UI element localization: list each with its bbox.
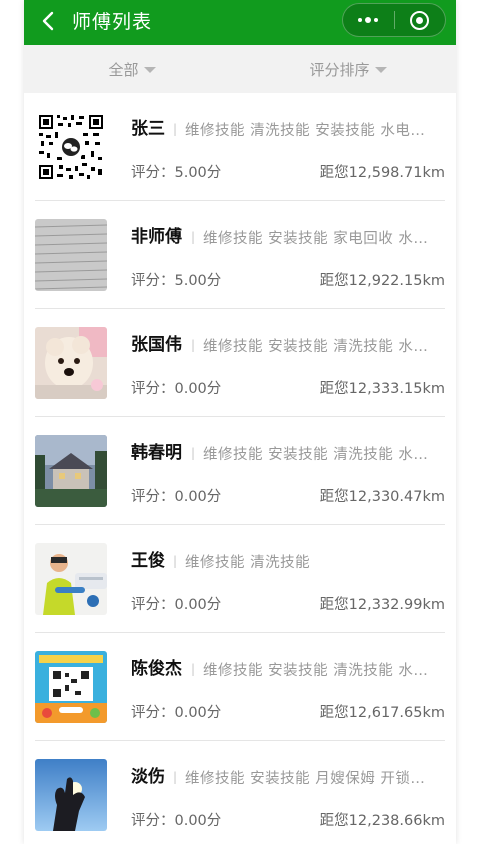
divider: | [191, 446, 196, 460]
filter-all-label: 全部 [108, 60, 139, 79]
avatar [35, 219, 107, 291]
master-score: 评分：5.00分 [131, 273, 222, 289]
master-name: 淡伤 [131, 767, 165, 787]
filter-bar: 全部 评分排序 [24, 45, 456, 93]
hand-sky-photo-avatar [35, 759, 107, 831]
master-row[interactable]: 陈俊杰 | 维修技能 安装技能 清洗技能 水… 评分：0.00分 距您12,61… [35, 633, 445, 741]
caret-down-icon [143, 67, 156, 73]
master-distance: 距您12,332.99km [319, 597, 445, 613]
master-score: 评分：5.00分 [131, 165, 222, 181]
technician-photo-avatar [35, 543, 107, 615]
skills-wrap: | 维修技能 安装技能 清洗技能 水… [181, 439, 445, 467]
master-skills: 维修技能 安装技能 家电回收 水… [203, 230, 429, 247]
master-distance: 距您12,617.65km [319, 705, 445, 721]
divider: | [191, 338, 196, 352]
master-name: 陈俊杰 [131, 659, 182, 679]
master-skills: 维修技能 安装技能 清洗技能 水… [203, 338, 429, 355]
master-row[interactable]: 王俊 | 维修技能 清洗技能 评分：0.00分 距您12,332.99km [35, 525, 445, 633]
master-name: 张三 [131, 119, 165, 139]
avatar [35, 111, 107, 183]
master-list: 张三 | 维修技能 清洗技能 安装技能 水电… 评分：5.00分 距您12,59… [24, 93, 456, 844]
master-distance: 距您12,333.15km [319, 381, 445, 397]
master-score: 评分：0.00分 [131, 813, 222, 829]
caret-down-icon [374, 67, 387, 73]
back-button[interactable] [36, 9, 60, 33]
gray-texture-avatar [35, 219, 107, 291]
master-skills: 维修技能 安装技能 清洗技能 水… [203, 446, 429, 463]
skills-wrap: | 维修技能 安装技能 家电回收 水… [181, 223, 445, 251]
master-skills: 维修技能 安装技能 月嫂保姆 开锁… [185, 770, 426, 787]
master-skills: 维修技能 清洗技能 安装技能 水电… [185, 122, 426, 139]
master-row[interactable]: 非师傅 | 维修技能 安装技能 家电回收 水… 评分：5.00分 距您12,92… [35, 201, 445, 309]
master-distance: 距您12,598.71km [319, 165, 445, 181]
filter-all-dropdown[interactable]: 全部 [24, 45, 240, 93]
divider: | [173, 554, 178, 568]
app-promo-avatar [35, 651, 107, 723]
avatar [35, 759, 107, 831]
master-distance: 距您12,922.15km [319, 273, 445, 289]
master-score: 评分：0.00分 [131, 489, 222, 505]
master-name: 韩春明 [131, 443, 182, 463]
miniprogram-capsule [342, 3, 446, 37]
master-row[interactable]: 张三 | 维修技能 清洗技能 安装技能 水电… 评分：5.00分 距您12,59… [35, 93, 445, 201]
phone-screen: 师傅列表 全部 评分排序 张三 | 维修技能 清洗技能 安装技能 水电… 评分：… [24, 0, 456, 844]
master-score: 评分：0.00分 [131, 597, 222, 613]
divider: | [191, 230, 196, 244]
divider: | [173, 122, 178, 136]
more-menu-button[interactable] [343, 4, 394, 36]
puppy-photo-avatar [35, 327, 107, 399]
skills-wrap: | 维修技能 安装技能 清洗技能 水… [181, 331, 445, 359]
skills-wrap: | 维修技能 安装技能 清洗技能 水… [181, 655, 445, 683]
master-name: 非师傅 [131, 227, 182, 247]
skills-wrap: | 维修技能 清洗技能 安装技能 水电… [163, 115, 445, 143]
divider: | [191, 662, 196, 676]
close-miniprogram-button[interactable] [394, 4, 445, 36]
master-score: 评分：0.00分 [131, 705, 222, 721]
target-icon [410, 10, 430, 30]
divider: | [173, 770, 178, 784]
house-photo-avatar [35, 435, 107, 507]
chevron-left-icon [42, 11, 54, 31]
master-skills: 维修技能 清洗技能 [185, 554, 311, 571]
skills-wrap: | 维修技能 安装技能 月嫂保姆 开锁… [163, 763, 445, 791]
avatar [35, 435, 107, 507]
nav-bar: 师傅列表 [24, 0, 456, 45]
master-row[interactable]: 张国伟 | 维修技能 安装技能 清洗技能 水… 评分：0.00分 距您12,33… [35, 309, 445, 417]
master-row[interactable]: 韩春明 | 维修技能 安装技能 清洗技能 水… 评分：0.00分 距您12,33… [35, 417, 445, 525]
page-title: 师傅列表 [72, 11, 153, 33]
sort-rating-dropdown[interactable]: 评分排序 [240, 45, 456, 93]
qr-code-avatar [35, 111, 107, 183]
master-row[interactable]: 淡伤 | 维修技能 安装技能 月嫂保姆 开锁… 评分：0.00分 距您12,23… [35, 741, 445, 844]
avatar [35, 651, 107, 723]
master-distance: 距您12,330.47km [319, 489, 445, 505]
skills-wrap: | 维修技能 清洗技能 [163, 547, 445, 575]
more-dots-icon [358, 17, 379, 23]
master-name: 张国伟 [131, 335, 182, 355]
avatar [35, 543, 107, 615]
master-score: 评分：0.00分 [131, 381, 222, 397]
master-name: 王俊 [131, 551, 165, 571]
master-skills: 维修技能 安装技能 清洗技能 水… [203, 662, 429, 679]
master-distance: 距您12,238.66km [319, 813, 445, 829]
avatar [35, 327, 107, 399]
sort-rating-label: 评分排序 [309, 60, 370, 79]
